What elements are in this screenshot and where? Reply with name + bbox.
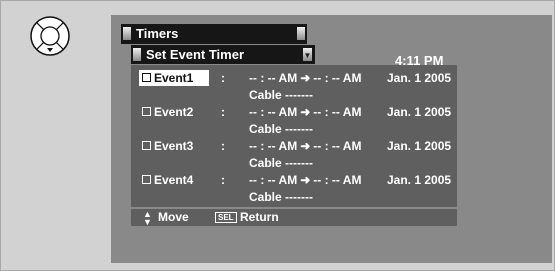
event-label[interactable]: Event3 bbox=[139, 138, 209, 154]
event-source: Cable ------- bbox=[249, 190, 313, 204]
event-date: Jan. 1 2005 bbox=[387, 71, 452, 85]
submenu-select[interactable]: Set Event Timer ▼ bbox=[131, 45, 315, 64]
sel-key-icon: SEL bbox=[215, 212, 237, 223]
bar-right-cap bbox=[297, 27, 305, 40]
event-times: -- : -- AM ➜ -- : -- AM bbox=[249, 71, 362, 85]
event-date: Jan. 1 2005 bbox=[387, 105, 452, 119]
event-times: -- : -- AM ➜ -- : -- AM bbox=[249, 105, 362, 119]
return-hint: Return bbox=[240, 210, 279, 224]
event-times: -- : -- AM ➜ -- : -- AM bbox=[249, 139, 362, 153]
remote-dpad-icon bbox=[30, 16, 70, 56]
guide-frame: Timers Set Event Timer ▼ 4:11 PM Event1 … bbox=[0, 0, 555, 271]
event-date: Jan. 1 2005 bbox=[387, 139, 452, 153]
event-label[interactable]: Event2 bbox=[139, 104, 209, 120]
menu-title: Timers bbox=[136, 26, 179, 41]
dropdown-arrow-icon[interactable]: ▼ bbox=[303, 48, 312, 61]
submenu-label: Set Event Timer bbox=[146, 47, 245, 62]
footer-hints: ▲ ▼ Move SEL Return bbox=[131, 209, 457, 227]
checkbox-icon[interactable] bbox=[142, 175, 151, 184]
arrow-right-icon: ➜ bbox=[300, 139, 311, 153]
arrow-right-icon: ➜ bbox=[300, 105, 311, 119]
up-down-arrows-icon: ▲ ▼ bbox=[143, 209, 152, 227]
tv-screen: Timers Set Event Timer ▼ 4:11 PM Event1 … bbox=[111, 15, 552, 263]
arrow-right-icon: ➜ bbox=[300, 173, 311, 187]
event-label[interactable]: Event4 bbox=[139, 172, 209, 188]
event-source: Cable ------- bbox=[249, 122, 313, 136]
checkbox-icon[interactable] bbox=[142, 73, 151, 82]
checkbox-icon[interactable] bbox=[142, 141, 151, 150]
event-times: -- : -- AM ➜ -- : -- AM bbox=[249, 173, 362, 187]
menu-title-bar: Timers bbox=[121, 24, 307, 44]
event-source: Cable ------- bbox=[249, 156, 313, 170]
event-date: Jan. 1 2005 bbox=[387, 173, 452, 187]
event-source: Cable ------- bbox=[249, 88, 313, 102]
event-label[interactable]: Event1 bbox=[139, 70, 209, 86]
arrow-right-icon: ➜ bbox=[300, 71, 311, 85]
move-hint: Move bbox=[158, 210, 189, 224]
bar-left-cap bbox=[123, 27, 131, 40]
checkbox-icon[interactable] bbox=[142, 107, 151, 116]
bar-left-cap bbox=[133, 48, 141, 61]
event-list: Event1 : -- : -- AM ➜ -- : -- AM Jan. 1 20… bbox=[131, 65, 457, 207]
